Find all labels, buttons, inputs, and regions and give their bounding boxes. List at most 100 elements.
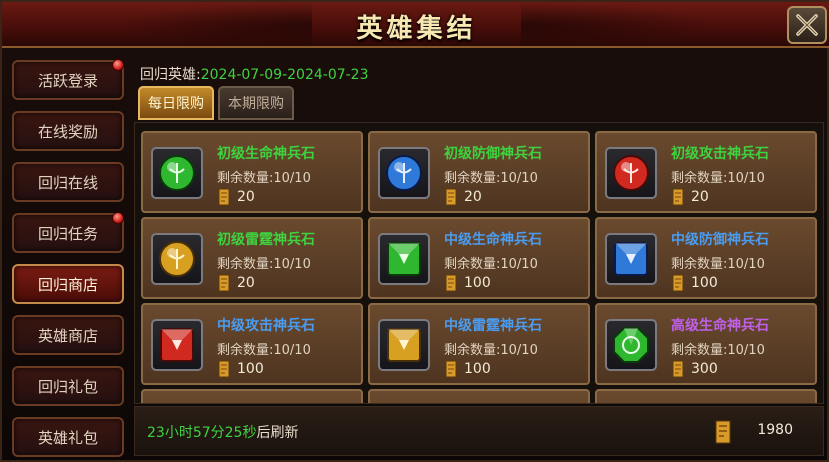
item-stock: 剩余数量:10/10 [671, 171, 765, 186]
square-green-gem-icon [387, 242, 421, 276]
round-red-gem-icon [613, 155, 649, 191]
notification-dot-icon [112, 59, 124, 71]
sidebar: 活跃登录 在线奖励 回归在线 回归任务 回归商店 英雄商店 回归礼包 英雄礼包 [6, 56, 126, 460]
item-icon-frame [378, 147, 430, 199]
item-price: 100 [671, 274, 718, 292]
shop-footer: 23小时57分25秒后刷新 1980 [134, 406, 824, 456]
sidebar-item-label: 回归商店 [37, 275, 98, 294]
item-stock: 剩余数量:10/10 [444, 171, 538, 186]
shop-item-card[interactable] [595, 389, 817, 403]
item-price-value: 100 [237, 361, 264, 377]
refresh-timer: 23小时57分25秒后刷新 [147, 422, 298, 442]
item-icon-frame [151, 147, 203, 199]
window-frame: 英雄集结 活跃登录 在线奖励 回归在线 回归任务 回归商店 英雄商店 回归礼包 … [0, 0, 829, 462]
item-stock: 剩余数量:10/10 [217, 257, 311, 272]
item-price: 20 [444, 188, 482, 206]
coupon-icon [218, 274, 230, 292]
shop-item-card[interactable]: 初级雷霆神兵石 剩余数量:10/10 20 [141, 217, 363, 299]
sidebar-item-online-reward[interactable]: 在线奖励 [12, 111, 124, 151]
item-stock: 剩余数量:10/10 [671, 257, 765, 272]
item-icon-frame [151, 233, 203, 285]
item-stock: 剩余数量:10/10 [444, 257, 538, 272]
close-button[interactable] [787, 6, 827, 44]
item-price: 20 [671, 188, 709, 206]
sidebar-item-hero-gift[interactable]: 英雄礼包 [12, 417, 124, 457]
item-price-value: 20 [464, 189, 482, 205]
item-price: 100 [444, 360, 491, 378]
shop-item-card[interactable]: 中级雷霆神兵石 剩余数量:10/10 100 [368, 303, 590, 385]
sidebar-item-label: 在线奖励 [37, 122, 98, 141]
shop-item-card[interactable]: 中级攻击神兵石 剩余数量:10/10 100 [141, 303, 363, 385]
item-name: 中级生命神兵石 [444, 232, 542, 248]
item-name: 中级雷霆神兵石 [444, 318, 542, 334]
currency-balance: 1980 [757, 422, 793, 438]
sidebar-item-return-shop[interactable]: 回归商店 [12, 264, 124, 304]
item-price-value: 20 [237, 189, 255, 205]
shop-grid: 初级生命神兵石 剩余数量:10/10 20 初级防御神兵石 剩余数量:10/10 [134, 122, 824, 404]
shop-item-card[interactable]: 初级生命神兵石 剩余数量:10/10 20 [141, 131, 363, 213]
shop-item-card[interactable]: 高级生命神兵石 剩余数量:10/10 300 [595, 303, 817, 385]
square-blue-gem-icon [614, 242, 648, 276]
header-bar: 英雄集结 [2, 2, 829, 48]
shop-item-card[interactable]: 中级防御神兵石 剩余数量:10/10 100 [595, 217, 817, 299]
item-icon-frame [605, 147, 657, 199]
item-price: 300 [671, 360, 718, 378]
shop-item-card[interactable] [368, 389, 590, 403]
page-title: 英雄集结 [356, 14, 477, 44]
coupon-icon [445, 360, 457, 378]
item-price: 20 [217, 188, 255, 206]
round-yellow-gem-icon [159, 241, 195, 277]
coupon-icon [672, 188, 684, 206]
round-blue-gem-icon [386, 155, 422, 191]
square-yellow-gem-icon [387, 328, 421, 362]
coupon-icon [218, 188, 230, 206]
refresh-time: 23小时57分25秒 [147, 425, 257, 441]
coupon-icon [672, 360, 684, 378]
item-stock: 剩余数量:10/10 [444, 343, 538, 358]
sidebar-item-label: 回归礼包 [37, 377, 98, 396]
tab-period-limit[interactable]: 本期限购 [218, 86, 294, 120]
item-icon-frame [378, 233, 430, 285]
sidebar-item-label: 回归在线 [37, 173, 98, 192]
item-name: 中级攻击神兵石 [217, 318, 315, 334]
sidebar-item-active-login[interactable]: 活跃登录 [12, 59, 124, 100]
item-name: 初级生命神兵石 [217, 146, 315, 162]
event-dates: 2024-07-09-2024-07-23 [200, 67, 369, 83]
tab-daily-limit[interactable]: 每日限购 [138, 86, 214, 120]
shop-item-card[interactable]: 初级防御神兵石 剩余数量:10/10 20 [368, 131, 590, 213]
sidebar-item-label: 英雄商店 [37, 326, 98, 345]
item-name: 初级雷霆神兵石 [217, 232, 315, 248]
sidebar-item-label: 回归任务 [37, 224, 98, 243]
item-name: 中级防御神兵石 [671, 232, 769, 248]
item-price-value: 100 [691, 275, 718, 291]
item-stock: 剩余数量:10/10 [671, 343, 765, 358]
item-icon-frame [378, 319, 430, 371]
coupon-icon [672, 274, 684, 292]
coupon-icon [218, 360, 230, 378]
octagon-green-gem-icon [613, 327, 649, 363]
main-panel: 回归英雄:2024-07-09-2024-07-23 每日限购 本期限购 初级生… [130, 56, 827, 460]
square-red-gem-icon [160, 328, 194, 362]
event-label: 回归英雄: [140, 67, 201, 83]
item-price: 20 [217, 274, 255, 292]
notification-dot-icon [112, 212, 124, 224]
item-name: 初级防御神兵石 [444, 146, 542, 162]
coupon-icon [715, 420, 731, 444]
item-icon-frame [605, 233, 657, 285]
sidebar-item-return-tasks[interactable]: 回归任务 [12, 212, 124, 253]
shop-item-card[interactable]: 初级攻击神兵石 剩余数量:10/10 20 [595, 131, 817, 213]
sidebar-item-hero-shop[interactable]: 英雄商店 [12, 315, 124, 355]
sidebar-item-label: 活跃登录 [37, 71, 98, 90]
coupon-icon [445, 188, 457, 206]
shop-item-card[interactable]: 中级生命神兵石 剩余数量:10/10 100 [368, 217, 590, 299]
item-icon-frame [605, 319, 657, 371]
event-period: 回归英雄:2024-07-09-2024-07-23 [140, 64, 369, 84]
item-price-value: 100 [464, 361, 491, 377]
shop-item-card[interactable] [141, 389, 363, 403]
sidebar-item-return-gift[interactable]: 回归礼包 [12, 366, 124, 406]
coupon-icon [445, 274, 457, 292]
round-green-gem-icon [159, 155, 195, 191]
item-icon-frame [151, 319, 203, 371]
sidebar-item-return-online[interactable]: 回归在线 [12, 162, 124, 202]
item-price: 100 [444, 274, 491, 292]
